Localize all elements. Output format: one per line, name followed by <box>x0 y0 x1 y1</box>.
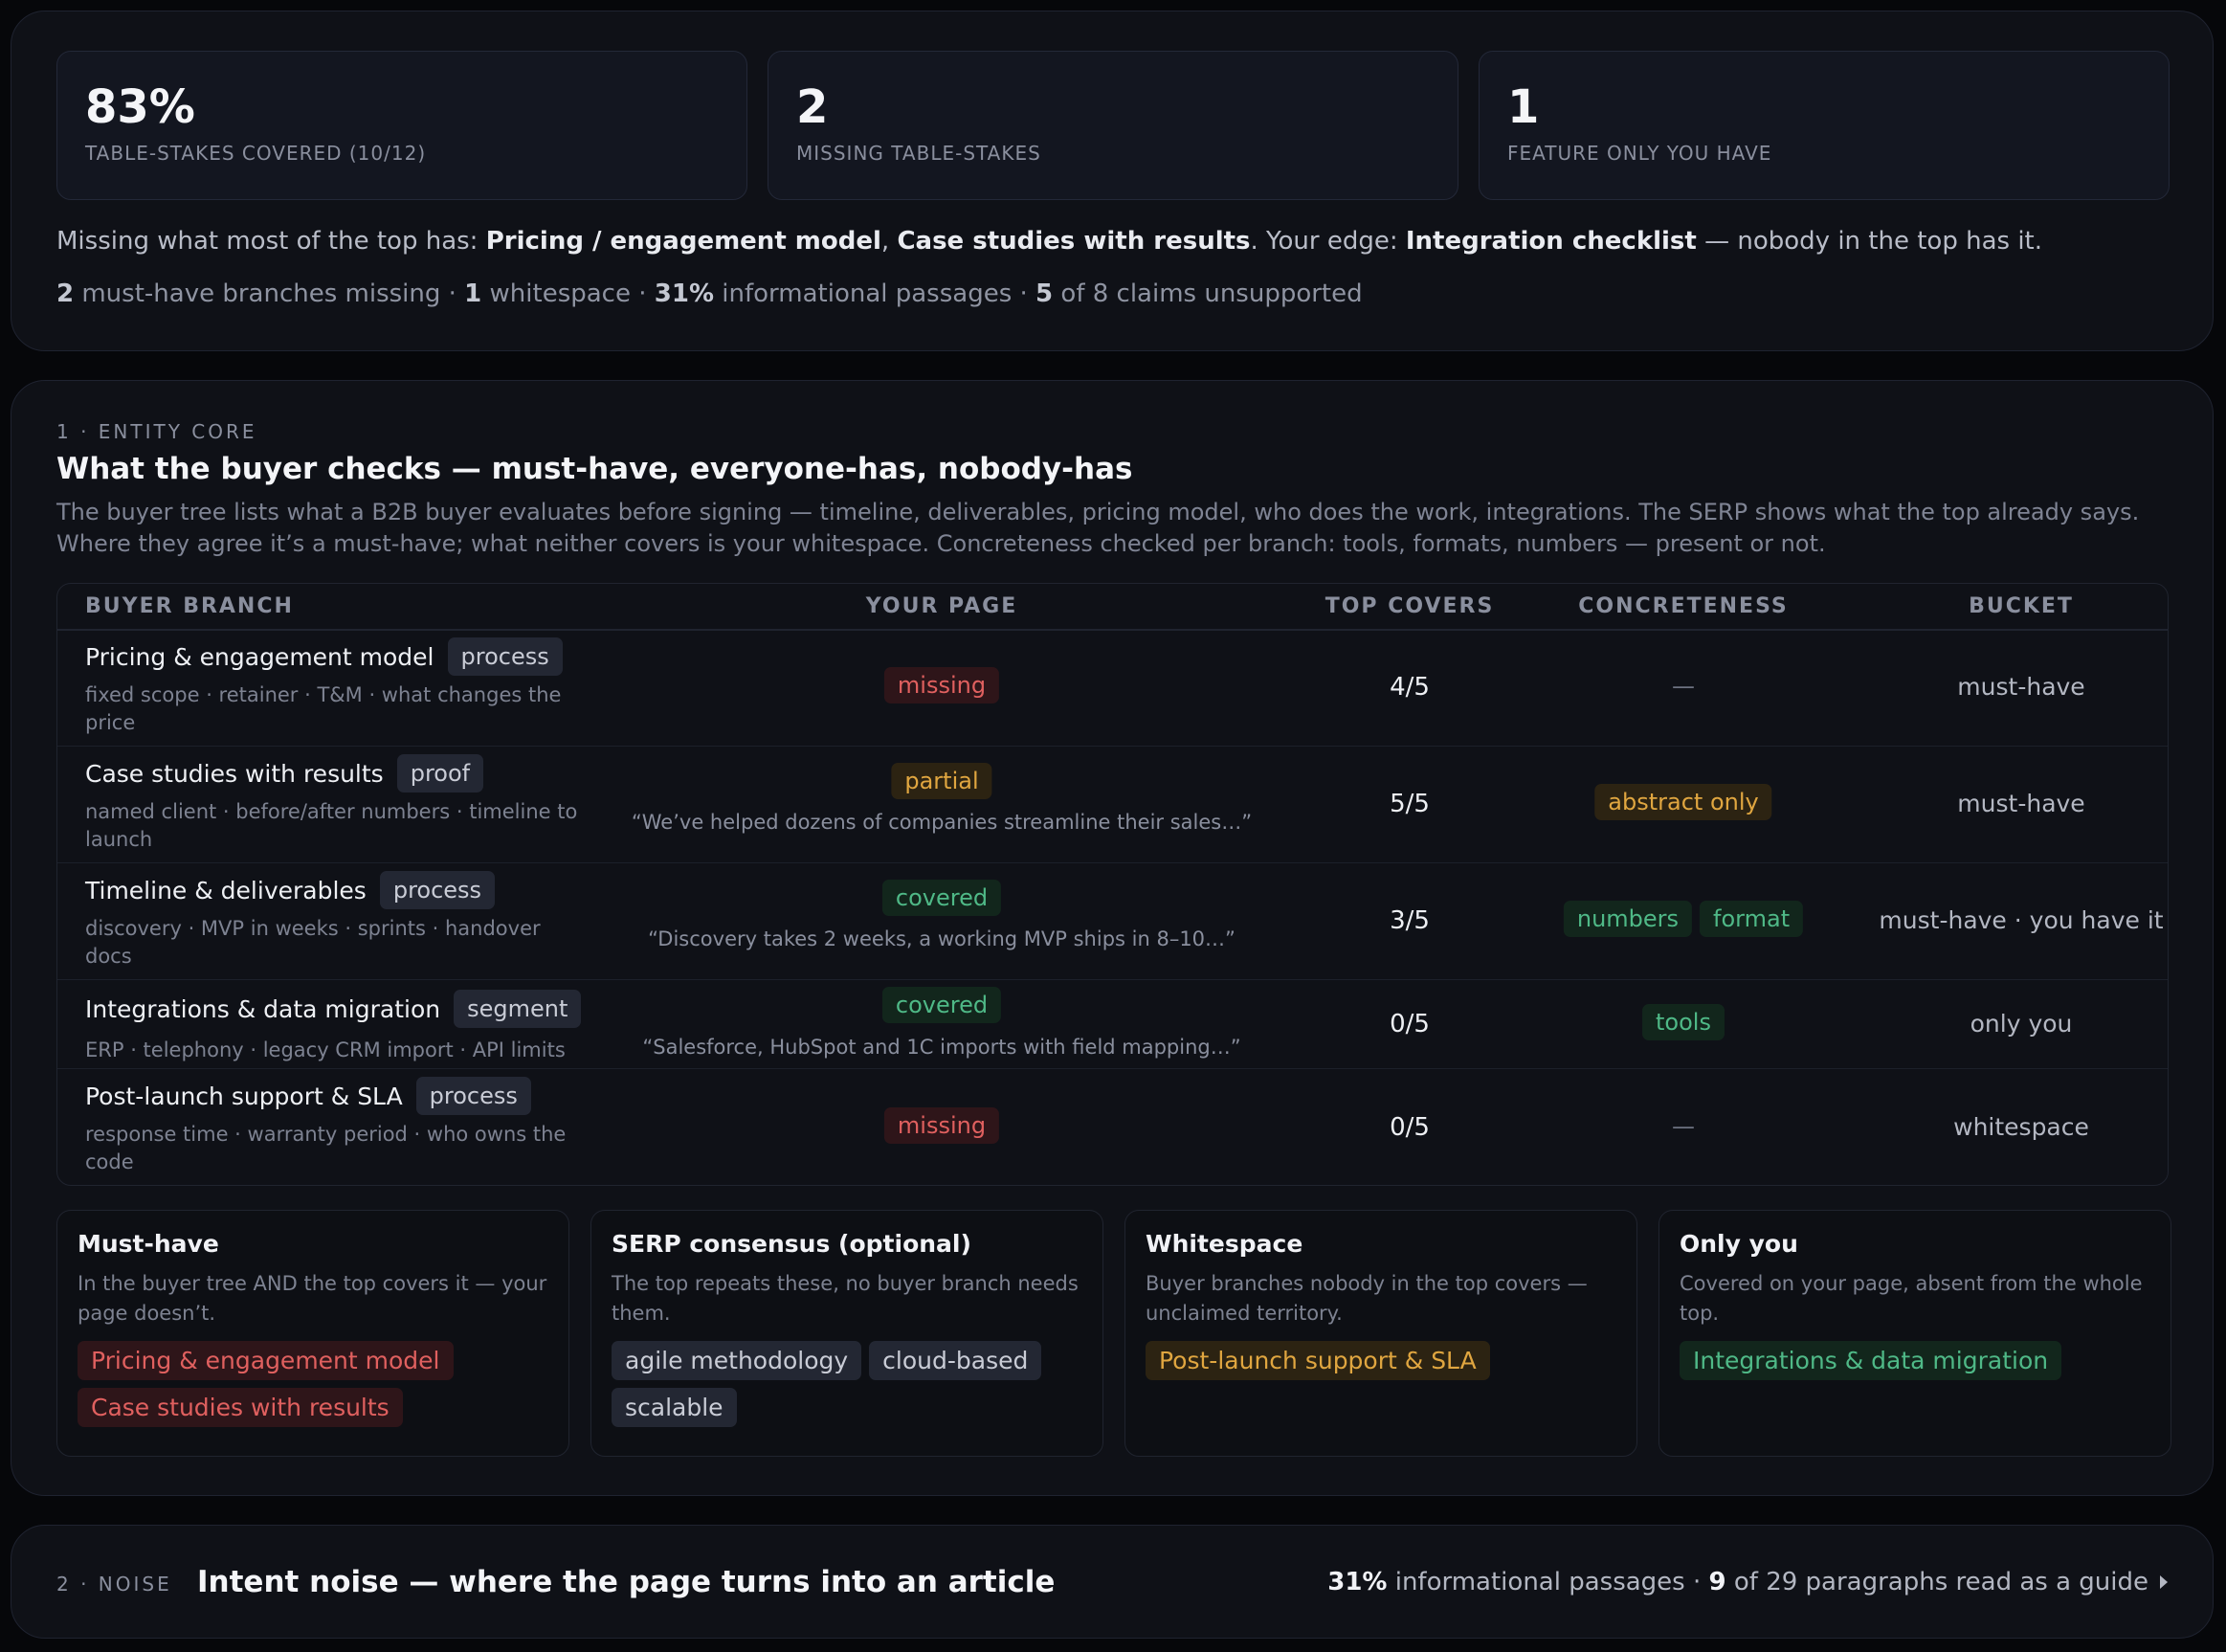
bucket-tag: Integrations & data migration <box>1680 1341 2062 1380</box>
branch-type-tag: process <box>379 871 496 909</box>
bucket-tag: Post-launch support & SLA <box>1146 1341 1490 1380</box>
branch-subtitle: response time · warranty period · who ow… <box>85 1123 567 1173</box>
bucket-title: SERP consensus (optional) <box>612 1230 971 1258</box>
summary-counts-line: 2 must-have branches missing · 1 whitesp… <box>56 279 1363 308</box>
status-badge: missing <box>883 1106 1000 1144</box>
branch-type-tag: process <box>415 1077 531 1115</box>
concreteness-tag: abstract only <box>1594 784 1772 820</box>
top-covers-value: 0/5 <box>1390 1112 1430 1142</box>
section-title: What the buyer checks — must-have, every… <box>56 452 1133 486</box>
top-covers-value: 0/5 <box>1390 1009 1430 1038</box>
chevron-right-icon <box>2160 1575 2168 1589</box>
bucket-description: Covered on your page, absent from the wh… <box>1680 1272 2143 1325</box>
bucket-value: only you <box>1970 1009 2073 1038</box>
table-row: Integrations & data migration segment ERP … <box>57 980 2168 1069</box>
branch-type-tag: proof <box>396 754 484 793</box>
bucket-value: must-have <box>1957 790 2085 817</box>
bucket-title: Must-have <box>78 1230 219 1258</box>
bucket-card-only-you: Only you Covered on your page, absent fr… <box>1658 1210 2171 1457</box>
bucket-title: Only you <box>1680 1230 1798 1258</box>
status-badge: partial <box>891 763 992 799</box>
section-title: Intent noise — where the page turns into… <box>197 1565 1056 1599</box>
bucket-tag: cloud-based <box>869 1341 1042 1380</box>
concreteness-empty: — <box>1672 673 1695 700</box>
stat-card-coverage: 83% TABLE-STAKES COVERED (10/12) <box>56 51 747 200</box>
bucket-description: The top repeats these, no buyer branch n… <box>612 1272 1079 1325</box>
status-badge: covered <box>881 880 1002 916</box>
noise-summary-link[interactable]: 31% informational passages · 9 of 29 par… <box>1327 1568 2168 1596</box>
concreteness-tag: tools <box>1642 1003 1725 1040</box>
branch-type-tag: segment <box>454 990 582 1028</box>
concreteness-cell: abstract only <box>1594 784 1772 820</box>
column-header-top-covers: TOP COVERS <box>1324 594 1495 618</box>
top-covers-value: 5/5 <box>1390 790 1430 818</box>
page-quote: “Discovery takes 2 weeks, a working MVP … <box>648 927 1235 950</box>
summary-missing-line: Missing what most of the top has: Pricin… <box>56 227 2042 256</box>
branch-name: Timeline & deliverables process <box>85 871 496 909</box>
branch-name: Integrations & data migration segment <box>85 990 582 1028</box>
stat-label: TABLE-STAKES COVERED (10/12) <box>85 142 427 165</box>
noise-section[interactable]: 2 · NOISE Intent noise — where the page … <box>11 1525 2214 1639</box>
column-header-concreteness: CONCRETENESS <box>1578 594 1789 618</box>
branch-subtitle: discovery · MVP in weeks · sprints · han… <box>85 917 541 968</box>
bucket-tag: scalable <box>612 1388 737 1427</box>
column-header-branch: BUYER BRANCH <box>85 594 294 618</box>
top-covers-value: 4/5 <box>1390 673 1430 702</box>
column-header-bucket: BUCKET <box>1969 594 2074 618</box>
stat-value: 1 <box>1507 80 1540 134</box>
entity-core-section: 1 · ENTITY CORE What the buyer checks — … <box>11 380 2214 1496</box>
stat-label: FEATURE ONLY YOU HAVE <box>1507 142 1772 165</box>
stat-label: MISSING TABLE-STAKES <box>796 142 1041 165</box>
page-quote: “Salesforce, HubSpot and 1C imports with… <box>642 1036 1241 1059</box>
concreteness-tag: numbers <box>1563 901 1693 937</box>
branch-name: Pricing & engagement model process <box>85 637 563 676</box>
bucket-card-must-have: Must-have In the buyer tree AND the top … <box>56 1210 569 1457</box>
bucket-tag-list: Pricing & engagement model Case studies w… <box>78 1341 556 1427</box>
bucket-tag-list: Post-launch support & SLA <box>1146 1341 1624 1380</box>
stat-card-missing: 2 MISSING TABLE-STAKES <box>768 51 1458 200</box>
stat-value: 2 <box>796 80 829 134</box>
concreteness-tag: format <box>1700 901 1804 937</box>
page-quote: “We’ve helped dozens of companies stream… <box>631 811 1253 834</box>
section-eyebrow: 2 · NOISE <box>56 1573 172 1596</box>
bucket-description: In the buyer tree AND the top covers it … <box>78 1272 547 1325</box>
branch-name: Post-launch support & SLA process <box>85 1077 531 1115</box>
bucket-value: whitespace <box>1953 1112 2089 1141</box>
stat-value: 83% <box>85 80 195 134</box>
status-badge: missing <box>883 667 1000 703</box>
section-eyebrow: 1 · ENTITY CORE <box>56 420 257 443</box>
concreteness-cell: numbers format <box>1563 901 1804 937</box>
buyer-branch-table: BUYER BRANCH YOUR PAGE TOP COVERS CONCRE… <box>56 583 2169 1186</box>
bucket-card-serp-consensus-optional: SERP consensus (optional) The top repeat… <box>590 1210 1103 1457</box>
bucket-value: must-have · you have it <box>1879 906 2164 934</box>
top-covers-value: 3/5 <box>1390 906 1430 935</box>
bucket-value: must-have <box>1957 673 2085 701</box>
bucket-tag: Pricing & engagement model <box>78 1341 454 1380</box>
bucket-card-whitespace: Whitespace Buyer branches nobody in the … <box>1124 1210 1637 1457</box>
table-row: Pricing & engagement model process fixed s… <box>57 630 2168 747</box>
bucket-title: Whitespace <box>1146 1230 1303 1258</box>
stat-card-only-you: 1 FEATURE ONLY YOU HAVE <box>1479 51 2170 200</box>
table-row: Post-launch support & SLA process response… <box>57 1069 2168 1185</box>
bucket-tag: agile methodology <box>612 1341 862 1380</box>
branch-subtitle: named client · before/after numbers · ti… <box>85 800 578 851</box>
branch-subtitle: ERP · telephony · legacy CRM import · AP… <box>85 1038 566 1061</box>
column-header-your-page: YOUR PAGE <box>865 594 1018 618</box>
status-badge: covered <box>881 987 1002 1023</box>
section-description: The buyer tree lists what a B2B buyer ev… <box>56 499 2140 557</box>
branch-subtitle: fixed scope · retainer · T&M · what chan… <box>85 683 562 734</box>
bucket-tag-list: agile methodology cloud-based scalable <box>612 1341 1090 1427</box>
bucket-tag: Case studies with results <box>78 1388 403 1427</box>
concreteness-cell: tools <box>1642 1003 1725 1040</box>
branch-name: Case studies with results proof <box>85 754 484 793</box>
summary-panel: 83% TABLE-STAKES COVERED (10/12) 2 MISSI… <box>11 11 2214 351</box>
table-row: Case studies with results proof named clie… <box>57 747 2168 863</box>
table-row: Timeline & deliverables process discovery … <box>57 863 2168 980</box>
concreteness-empty: — <box>1672 1112 1695 1140</box>
bucket-tag-list: Integrations & data migration <box>1680 1341 2158 1380</box>
branch-type-tag: process <box>447 637 563 676</box>
bucket-description: Buyer branches nobody in the top covers … <box>1146 1272 1588 1325</box>
